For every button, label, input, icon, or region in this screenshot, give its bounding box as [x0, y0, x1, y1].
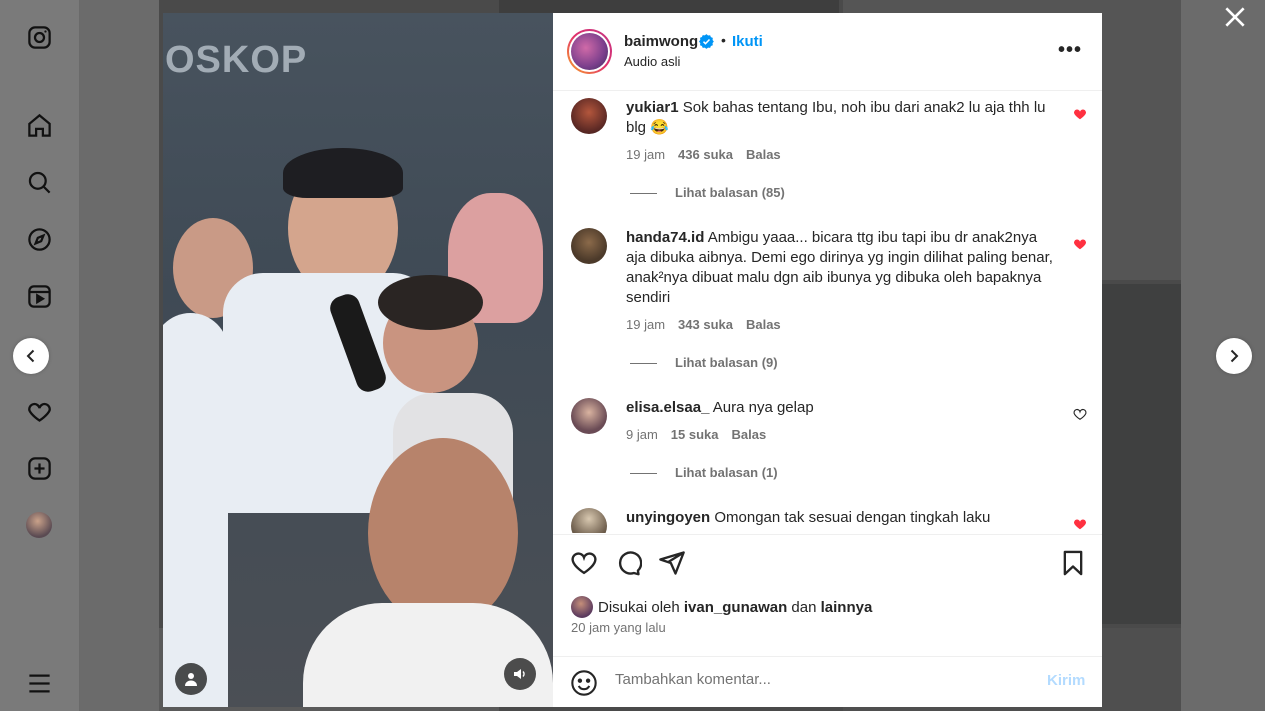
video-person — [163, 313, 228, 707]
post-timestamp[interactable]: 20 jam yang lalu — [571, 620, 666, 635]
save-bookmark-icon[interactable] — [1059, 549, 1087, 577]
liked-by-joiner: dan — [791, 598, 817, 616]
notifications-heart-icon[interactable] — [24, 396, 54, 426]
video-child-hair — [378, 275, 483, 330]
reply-button[interactable]: Balas — [746, 147, 781, 162]
commenter-avatar[interactable] — [571, 98, 607, 134]
chevron-left-icon — [26, 349, 35, 363]
create-icon[interactable] — [24, 453, 54, 483]
comment-meta: 19 jam 343 suka Balas — [626, 317, 794, 332]
liked-by-prefix: Disukai oleh — [598, 598, 680, 616]
view-replies-button[interactable]: Lihat balasan (9) — [630, 355, 778, 370]
view-replies-button[interactable]: Lihat balasan (85) — [630, 185, 785, 200]
comment-likes[interactable]: 436 suka — [678, 147, 733, 162]
commenter-avatar[interactable] — [571, 228, 607, 264]
comment-likes[interactable]: 343 suka — [678, 317, 733, 332]
chevron-right-icon — [1230, 349, 1239, 363]
profile-avatar[interactable] — [24, 510, 54, 540]
commenter-avatar[interactable] — [571, 508, 607, 533]
commenter-username[interactable]: handa74.id — [626, 229, 704, 246]
comment-meta: 9 jam 15 suka Balas — [626, 427, 779, 442]
header-separator: • — [721, 32, 726, 48]
search-icon[interactable] — [24, 167, 54, 197]
add-comment-bar: Kirim — [553, 656, 1102, 707]
commenter-username[interactable]: unyingoyen — [626, 509, 710, 526]
commenter-username[interactable]: elisa.elsaa_ — [626, 399, 709, 416]
video-person-foreground — [303, 603, 553, 707]
view-replies-button[interactable]: Lihat balasan (1) — [630, 465, 778, 480]
comment-liked-heart-icon[interactable] — [1073, 107, 1087, 121]
liked-by: Disukai oleh ivan_gunawan dan lainnya — [571, 596, 872, 618]
post-detail-panel: baimwong • Ikuti Audio asli ••• yukiar1 … — [553, 13, 1102, 707]
comment-text: elisa.elsaa_ Aura nya gelap — [626, 398, 1056, 418]
comment-body: Omongan tak sesuai dengan tingkah laku — [714, 509, 991, 526]
explore-icon[interactable] — [24, 224, 54, 254]
follow-button[interactable]: Ikuti — [732, 33, 763, 50]
previous-post-button[interactable] — [13, 338, 49, 374]
send-comment-button[interactable]: Kirim — [1047, 672, 1085, 689]
comment-meta: 19 jam 436 suka Balas — [626, 147, 794, 162]
comment-text: yukiar1 Sok bahas tentang Ibu, noh ibu d… — [626, 98, 1056, 138]
commenter-username[interactable]: yukiar1 — [626, 99, 679, 116]
tagged-users-button[interactable] — [175, 663, 207, 695]
comments-list: yukiar1 Sok bahas tentang Ibu, noh ibu d… — [553, 92, 1102, 533]
reply-button[interactable]: Balas — [732, 427, 767, 442]
comment-likes[interactable]: 15 suka — [671, 427, 719, 442]
comment-liked-heart-icon[interactable] — [1073, 517, 1087, 531]
share-send-icon[interactable] — [658, 549, 686, 577]
comment-bubble-icon[interactable] — [614, 549, 642, 577]
verified-badge-icon — [699, 34, 714, 49]
more-menu-icon[interactable] — [24, 668, 54, 698]
comment-input[interactable] — [615, 671, 1015, 688]
liked-by-user[interactable]: ivan_gunawan — [684, 599, 787, 616]
comment-time[interactable]: 9 jam — [626, 427, 658, 442]
close-icon[interactable] — [1222, 4, 1248, 30]
comment-time[interactable]: 19 jam — [626, 317, 665, 332]
video-person-foreground — [368, 438, 518, 628]
audio-toggle-button[interactable] — [504, 658, 536, 690]
emoji-icon[interactable] — [570, 669, 598, 697]
comment-like-heart-icon[interactable] — [1073, 407, 1087, 421]
video-person-hair — [283, 148, 403, 198]
author-username[interactable]: baimwong — [624, 33, 698, 50]
reply-button[interactable]: Balas — [746, 317, 781, 332]
post-actions: Disukai oleh ivan_gunawan dan lainnya 20… — [553, 534, 1102, 656]
comment-body: Sok bahas tentang Ibu, noh ibu dari anak… — [626, 99, 1046, 136]
liked-by-others[interactable]: lainnya — [821, 599, 873, 616]
instagram-logo-icon[interactable] — [24, 22, 54, 52]
post-video[interactable]: OSKOP — [163, 13, 553, 707]
liker-avatar[interactable] — [571, 596, 593, 618]
home-icon[interactable] — [24, 110, 54, 140]
reels-icon[interactable] — [24, 281, 54, 311]
audio-label[interactable]: Audio asli — [624, 54, 680, 69]
video-brand-text: OSKOP — [165, 39, 308, 81]
comment-text: handa74.id Ambigu yaaa... bicara ttg ibu… — [626, 228, 1056, 308]
author-avatar[interactable] — [567, 29, 612, 74]
comment-time[interactable]: 19 jam — [626, 147, 665, 162]
next-post-button[interactable] — [1216, 338, 1252, 374]
commenter-avatar[interactable] — [571, 398, 607, 434]
comment-liked-heart-icon[interactable] — [1073, 237, 1087, 251]
like-heart-icon[interactable] — [570, 549, 598, 577]
comment-body: Aura nya gelap — [712, 399, 814, 416]
comment-text: unyingoyen Omongan tak sesuai dengan tin… — [626, 508, 1056, 528]
post-header: baimwong • Ikuti Audio asli ••• — [553, 13, 1102, 91]
more-options-icon[interactable]: ••• — [1058, 39, 1082, 62]
